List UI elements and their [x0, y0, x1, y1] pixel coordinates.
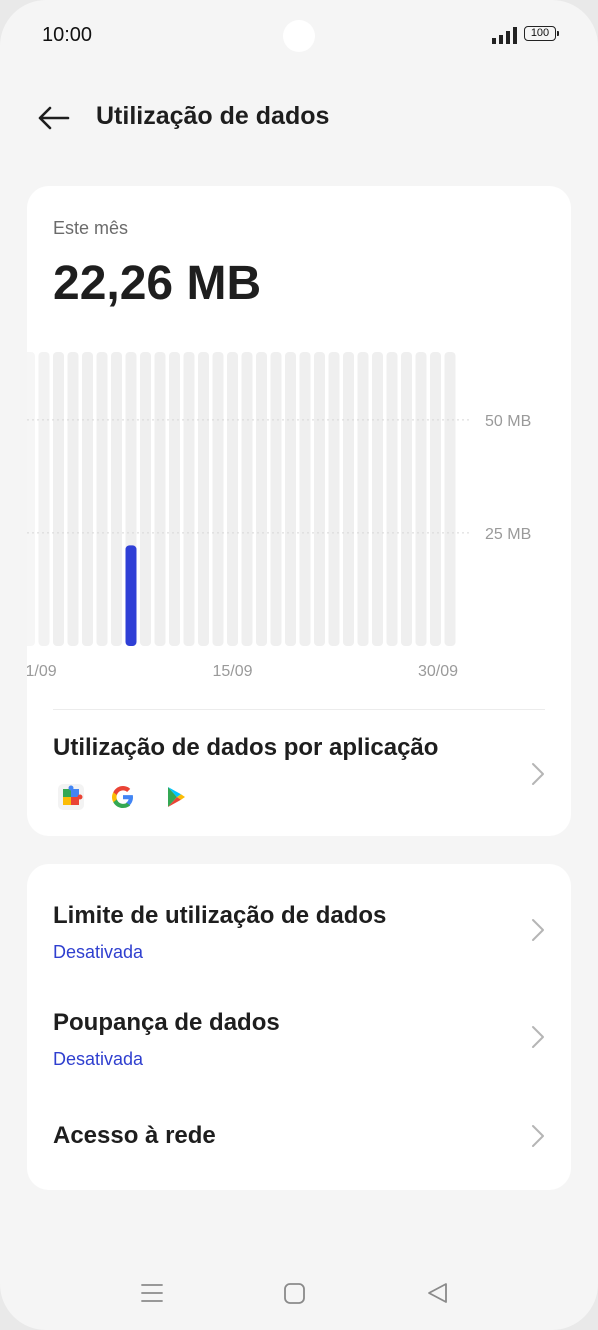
chart-bar	[125, 545, 137, 646]
menu-icon[interactable]	[140, 1278, 164, 1308]
chart-x-tick-label: 15/09	[212, 663, 252, 680]
chart-x-tick-label: 1/09	[27, 663, 57, 680]
play-store-icon	[168, 787, 185, 807]
chart-column-bg	[96, 352, 108, 646]
period-label: Este mês	[53, 218, 129, 238]
app-usage-title: Utilização de dados por aplicação	[53, 734, 439, 761]
chart-column-bg	[386, 352, 398, 646]
chart-column-bg	[415, 352, 427, 646]
chart-column-bg	[53, 352, 64, 646]
back-triangle-icon[interactable]	[426, 1278, 450, 1308]
chart-column-bg	[227, 352, 238, 646]
chart-column-bg	[183, 352, 195, 646]
chart-column-bg	[430, 352, 441, 646]
home-square-icon[interactable]	[283, 1278, 307, 1308]
chart-column-bg	[198, 352, 209, 646]
chevron-right-icon	[532, 1125, 544, 1147]
chart-column-bg	[256, 352, 267, 646]
battery-icon: 100	[524, 26, 559, 41]
settings-card: Limite de utilização de dados Desativada…	[27, 864, 571, 1190]
status-time: 10:00	[42, 24, 93, 46]
phone-screen: 10:00 100 Utilização de dados Este mês 2…	[0, 0, 598, 1330]
network-access-row[interactable]: Acesso à rede	[27, 1104, 571, 1174]
chevron-right-icon	[532, 919, 544, 941]
data-saver-row[interactable]: Poupança de dados Desativada	[27, 991, 571, 1081]
chart-column-bg	[328, 352, 340, 646]
total-usage-value: 22,26 MB	[53, 257, 262, 310]
camera-cutout	[283, 20, 315, 52]
chart-column-bg	[169, 352, 180, 646]
data-saver-title: Poupança de dados	[53, 1009, 280, 1036]
chart-column-bg	[111, 352, 122, 646]
chart-column-bg	[285, 352, 296, 646]
chevron-right-icon	[532, 763, 544, 785]
arrow-left-icon[interactable]	[36, 102, 72, 134]
chart-column-bg	[82, 352, 93, 646]
chart-column-bg	[38, 352, 50, 646]
chart-column-bg	[314, 352, 325, 646]
usage-card: Este mês 22,26 MB 50 MB 25 MB 1/09 15/09 30/…	[27, 186, 571, 836]
chart-column-bg	[444, 352, 456, 646]
usage-chart: 50 MB 25 MB 1/09 15/09 30/09	[27, 352, 531, 680]
chart-column-bg	[372, 352, 383, 646]
chevron-right-icon	[532, 1026, 544, 1048]
chart-column-bg	[357, 352, 369, 646]
page-title: Utilização de dados	[96, 102, 330, 130]
chart-column-bg	[343, 352, 354, 646]
chart-y-tick-label: 50 MB	[485, 413, 531, 430]
chart-column-bg	[299, 352, 311, 646]
chart-column-bg	[67, 352, 79, 646]
chart-column-bg	[27, 352, 35, 646]
chart-column-bg	[154, 352, 166, 646]
chart-column-bg	[401, 352, 412, 646]
signal-icon	[492, 27, 517, 44]
google-icon	[112, 786, 133, 808]
chart-column-bg	[241, 352, 253, 646]
chart-column-bg	[212, 352, 224, 646]
chart-x-tick-label: 30/09	[418, 663, 458, 680]
chart-column-bg	[140, 352, 151, 646]
data-limit-row[interactable]: Limite de utilização de dados Desativada	[27, 884, 571, 974]
network-access-title: Acesso à rede	[53, 1122, 216, 1149]
chart-y-tick-label: 25 MB	[485, 526, 531, 543]
app-usage-row[interactable]: Utilização de dados por aplicação	[27, 726, 571, 826]
puzzle-app-icon	[58, 784, 84, 810]
chart-column-bg	[270, 352, 282, 646]
divider	[53, 709, 545, 710]
data-saver-status: Desativada	[53, 1049, 144, 1069]
data-limit-status: Desativada	[53, 942, 144, 962]
data-limit-title: Limite de utilização de dados	[53, 902, 387, 929]
